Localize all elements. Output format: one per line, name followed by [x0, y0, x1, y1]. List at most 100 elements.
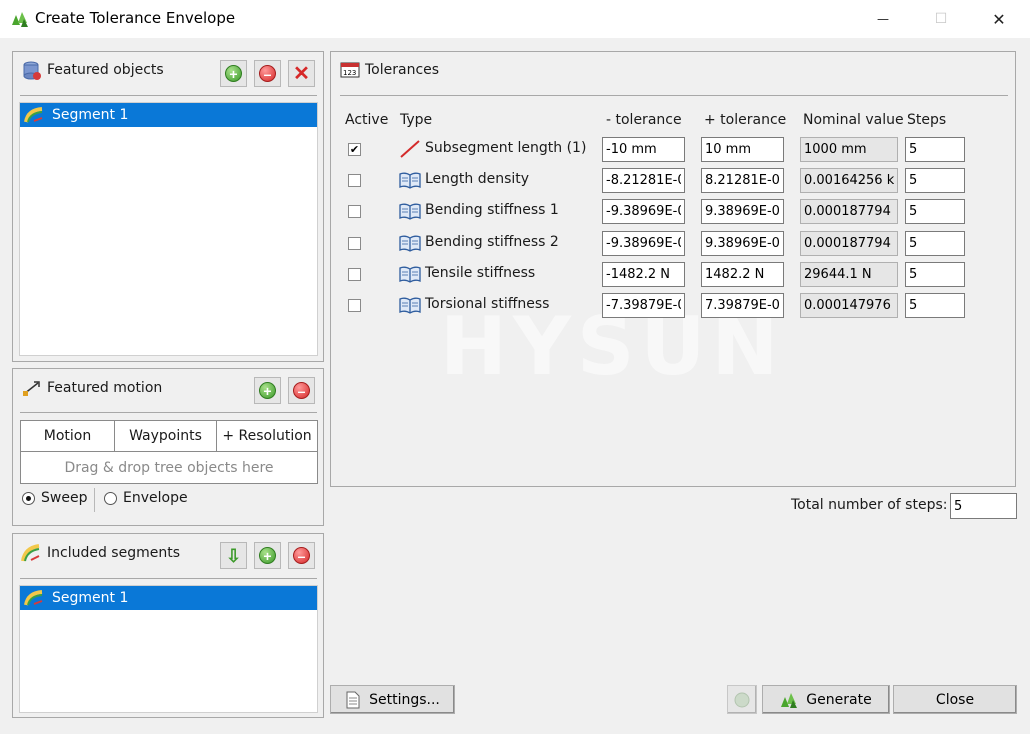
tolerance-type-label: Subsegment length (1): [425, 140, 587, 156]
divider: [340, 95, 1008, 96]
tolerance-type-label: Bending stiffness 1: [425, 202, 559, 218]
total-steps-field[interactable]: [950, 493, 1017, 519]
delete-object-button[interactable]: ✕: [288, 60, 315, 87]
active-checkbox[interactable]: [348, 268, 361, 281]
preview-icon: [734, 692, 750, 707]
sweep-label: Sweep: [41, 490, 88, 506]
steps-field[interactable]: [905, 199, 965, 224]
active-checkbox[interactable]: [348, 205, 361, 218]
nominal-value-field: [800, 168, 898, 193]
minus-tolerance-field[interactable]: [602, 137, 685, 162]
remove-object-button[interactable]: –: [254, 60, 281, 87]
remove-segment-button[interactable]: –: [288, 542, 315, 569]
minimize-icon: —: [877, 12, 889, 26]
list-item-label: Segment 1: [52, 107, 129, 123]
motion-drop-zone[interactable]: Drag & drop tree objects here: [20, 452, 318, 484]
plus-tolerance-field[interactable]: [701, 199, 784, 224]
add-motion-button[interactable]: +: [254, 377, 281, 404]
list-item-label: Segment 1: [52, 590, 129, 606]
steps-field[interactable]: [905, 293, 965, 318]
nominal-value-field: [800, 262, 898, 287]
plus-icon: +: [259, 382, 276, 399]
column-header-motion[interactable]: Motion: [21, 421, 115, 451]
close-window-button[interactable]: ✕: [976, 0, 1022, 38]
minus-tolerance-field[interactable]: [602, 231, 685, 256]
divider: [20, 412, 317, 413]
tolerances-title: Tolerances: [365, 62, 440, 78]
active-checkbox[interactable]: ✔: [348, 143, 361, 156]
generate-label: Generate: [806, 691, 872, 708]
sweep-option[interactable]: Sweep: [22, 490, 87, 506]
minimize-button[interactable]: —: [860, 0, 906, 38]
svg-text:123: 123: [343, 69, 356, 77]
steps-field[interactable]: [905, 231, 965, 256]
column-header-waypoints[interactable]: Waypoints: [115, 421, 217, 451]
maximize-button[interactable]: ☐: [918, 0, 964, 38]
minus-icon: –: [259, 65, 276, 82]
nominal-value-field: [800, 231, 898, 256]
list-item[interactable]: Segment 1: [20, 586, 317, 610]
close-icon: ✕: [992, 9, 1006, 29]
plus-tolerance-field[interactable]: [701, 231, 784, 256]
plus-icon: +: [225, 65, 242, 82]
nominal-value-field: [800, 199, 898, 224]
close-button[interactable]: Close: [893, 685, 1017, 714]
title-bar: Create Tolerance Envelope — ☐ ✕: [0, 0, 1030, 38]
active-checkbox[interactable]: [348, 237, 361, 250]
active-checkbox[interactable]: [348, 299, 361, 312]
plus-tolerance-field[interactable]: [701, 137, 784, 162]
tolerance-type-label: Length density: [425, 171, 530, 187]
sweep-radio[interactable]: [22, 491, 35, 505]
radio-divider: [94, 488, 95, 512]
plus-tolerance-field[interactable]: [701, 262, 784, 287]
minus-tolerance-field[interactable]: [602, 293, 685, 318]
settings-button[interactable]: Settings...: [330, 685, 455, 714]
featured-objects-title: Featured objects: [47, 62, 164, 78]
line-segment-icon: [400, 140, 420, 158]
preview-button[interactable]: [727, 685, 757, 714]
segment-icon: [21, 544, 40, 562]
remove-motion-button[interactable]: –: [288, 377, 315, 404]
motion-table-header: Motion Waypoints + Resolution: [20, 420, 318, 452]
book-icon: [399, 235, 421, 252]
envelope-option[interactable]: Envelope: [104, 490, 188, 506]
segment-icon: [24, 107, 43, 123]
book-icon: [399, 203, 421, 220]
divider: [20, 578, 317, 579]
included-segments-list[interactable]: Segment 1: [19, 585, 318, 713]
generate-button[interactable]: Generate: [762, 685, 890, 714]
active-checkbox[interactable]: [348, 174, 361, 187]
steps-field[interactable]: [905, 262, 965, 287]
tolerance-type-label: Bending stiffness 2: [425, 234, 559, 250]
window-title: Create Tolerance Envelope: [35, 9, 236, 27]
minus-tolerance-field[interactable]: [602, 168, 685, 193]
add-object-button[interactable]: +: [220, 60, 247, 87]
motion-table: Motion Waypoints + Resolution Drag & dro…: [20, 420, 318, 484]
nominal-value-field: [800, 293, 898, 318]
header-steps: Steps: [907, 112, 947, 128]
included-segments-title: Included segments: [47, 545, 180, 561]
minus-tolerance-field[interactable]: [602, 199, 685, 224]
database-icon: [23, 61, 41, 80]
header-minus-tolerance: - tolerance: [606, 112, 682, 128]
envelope-label: Envelope: [123, 490, 188, 506]
plus-icon: +: [259, 547, 276, 564]
maximize-icon: ☐: [934, 11, 948, 27]
ruler-icon: 123: [340, 62, 360, 78]
column-header-resolution[interactable]: + Resolution: [217, 421, 317, 451]
featured-objects-list[interactable]: Segment 1: [19, 102, 318, 356]
arrow-down-icon: ⇩: [225, 545, 242, 566]
header-nominal-value: Nominal value: [803, 112, 904, 128]
delete-x-icon: ✕: [293, 62, 310, 85]
envelope-radio[interactable]: [104, 491, 117, 505]
import-segment-button[interactable]: ⇩: [220, 542, 247, 569]
plus-tolerance-field[interactable]: [701, 168, 784, 193]
minus-tolerance-field[interactable]: [602, 262, 685, 287]
book-icon: [399, 172, 421, 189]
steps-field[interactable]: [905, 168, 965, 193]
header-type: Type: [400, 112, 433, 128]
plus-tolerance-field[interactable]: [701, 293, 784, 318]
list-item[interactable]: Segment 1: [20, 103, 317, 127]
steps-field[interactable]: [905, 137, 965, 162]
add-segment-button[interactable]: +: [254, 542, 281, 569]
